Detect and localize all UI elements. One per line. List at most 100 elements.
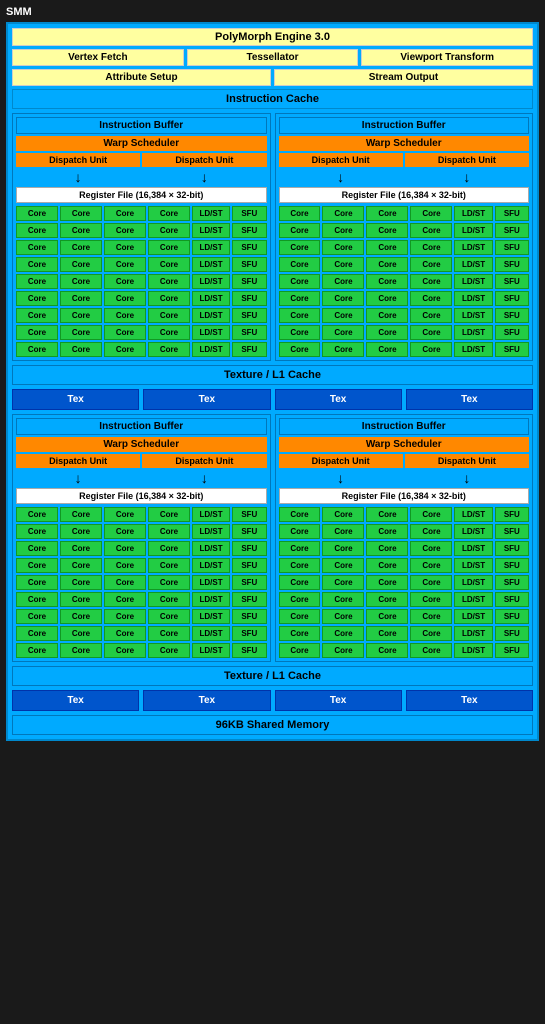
- core-cell: Core: [410, 308, 452, 323]
- ws-2: Warp Scheduler: [279, 136, 530, 151]
- core-cell: Core: [410, 592, 452, 607]
- core-cell: Core: [410, 325, 452, 340]
- core-cell: Core: [322, 541, 364, 556]
- core-cell: Core: [366, 325, 408, 340]
- core-row: Core Core Core Core LD/ST SFU: [279, 240, 530, 255]
- sfu-cell: SFU: [495, 507, 529, 522]
- core-cell: Core: [410, 626, 452, 641]
- polymorph-row1: Vertex Fetch Tessellator Viewport Transf…: [12, 49, 533, 66]
- ldst-cell: LD/ST: [454, 223, 492, 238]
- ldst-cell: LD/ST: [454, 342, 492, 357]
- sfu-cell: SFU: [232, 325, 266, 340]
- ldst-cell: LD/ST: [192, 223, 230, 238]
- tex-cell-6: Tex: [143, 690, 270, 711]
- ldst-cell: LD/ST: [192, 240, 230, 255]
- core-cell: Core: [279, 274, 321, 289]
- core-row: Core Core Core Core LD/ST SFU: [279, 274, 530, 289]
- core-cell: Core: [279, 206, 321, 221]
- sfu-cell: SFU: [232, 308, 266, 323]
- core-cell: Core: [279, 558, 321, 573]
- core-cell: Core: [148, 308, 190, 323]
- core-cell: Core: [366, 541, 408, 556]
- core-cell: Core: [104, 507, 146, 522]
- core-cell: Core: [148, 524, 190, 539]
- core-row: Core Core Core Core LD/ST SFU: [16, 206, 267, 221]
- core-row: Core Core Core Core LD/ST SFU: [279, 342, 530, 357]
- sm-block-3: Instruction Buffer Warp Scheduler Dispat…: [12, 414, 271, 662]
- core-cell: Core: [16, 325, 58, 340]
- sfu-cell: SFU: [232, 575, 266, 590]
- core-cell: Core: [16, 223, 58, 238]
- core-cell: Core: [366, 524, 408, 539]
- ldst-cell: LD/ST: [454, 291, 492, 306]
- arrow-2b: ↓: [405, 169, 529, 185]
- core-cell: Core: [104, 592, 146, 607]
- sfu-cell: SFU: [232, 274, 266, 289]
- ib-3: Instruction Buffer: [16, 418, 267, 435]
- sfu-cell: SFU: [495, 240, 529, 255]
- core-cell: Core: [279, 609, 321, 624]
- core-cell: Core: [322, 274, 364, 289]
- core-cell: Core: [60, 541, 102, 556]
- ldst-cell: LD/ST: [454, 507, 492, 522]
- core-cell: Core: [322, 257, 364, 272]
- ldst-cell: LD/ST: [454, 524, 492, 539]
- ldst-cell: LD/ST: [192, 325, 230, 340]
- core-cell: Core: [104, 643, 146, 658]
- core-cell: Core: [16, 507, 58, 522]
- ldst-cell: LD/ST: [454, 274, 492, 289]
- core-cell: Core: [104, 541, 146, 556]
- core-cell: Core: [60, 325, 102, 340]
- dispatch-unit-3b: Dispatch Unit: [142, 454, 266, 468]
- sfu-cell: SFU: [232, 524, 266, 539]
- core-cell: Core: [16, 274, 58, 289]
- sfu-cell: SFU: [495, 575, 529, 590]
- sfu-cell: SFU: [232, 643, 266, 658]
- core-row: Core Core Core Core LD/ST SFU: [279, 291, 530, 306]
- ldst-cell: LD/ST: [192, 575, 230, 590]
- core-cell: Core: [60, 274, 102, 289]
- core-cell: Core: [60, 592, 102, 607]
- core-cell: Core: [410, 524, 452, 539]
- core-cell: Core: [322, 507, 364, 522]
- core-cell: Core: [104, 223, 146, 238]
- sfu-cell: SFU: [232, 223, 266, 238]
- ldst-cell: LD/ST: [192, 609, 230, 624]
- core-cell: Core: [16, 524, 58, 539]
- core-cell: Core: [16, 643, 58, 658]
- ldst-cell: LD/ST: [454, 206, 492, 221]
- dispatch-row-1: Dispatch Unit Dispatch Unit: [16, 153, 267, 167]
- sfu-cell: SFU: [495, 257, 529, 272]
- core-cell: Core: [104, 325, 146, 340]
- polymorph-row2: Attribute Setup Stream Output: [12, 69, 533, 86]
- ldst-cell: LD/ST: [454, 240, 492, 255]
- ldst-cell: LD/ST: [454, 257, 492, 272]
- core-cell: Core: [16, 558, 58, 573]
- core-cell: Core: [322, 342, 364, 357]
- tex-row-bottom: Tex Tex Tex Tex: [12, 690, 533, 711]
- core-cell: Core: [322, 206, 364, 221]
- sfu-cell: SFU: [232, 558, 266, 573]
- ldst-cell: LD/ST: [192, 541, 230, 556]
- core-row: Core Core Core Core LD/ST SFU: [16, 342, 267, 357]
- cores-grid-3: Core Core Core Core LD/ST SFU Core Core …: [16, 507, 267, 658]
- core-cell: Core: [366, 342, 408, 357]
- core-cell: Core: [322, 308, 364, 323]
- register-file-2: Register File (16,384 × 32-bit): [279, 187, 530, 203]
- sm-block-1: Instruction Buffer Warp Scheduler Dispat…: [12, 113, 271, 361]
- core-cell: Core: [16, 592, 58, 607]
- core-cell: Core: [104, 575, 146, 590]
- core-row: Core Core Core Core LD/ST SFU: [279, 626, 530, 641]
- ldst-cell: LD/ST: [454, 308, 492, 323]
- core-cell: Core: [410, 274, 452, 289]
- core-cell: Core: [16, 575, 58, 590]
- tex-cell-2: Tex: [143, 389, 270, 410]
- core-cell: Core: [322, 575, 364, 590]
- ldst-cell: LD/ST: [454, 609, 492, 624]
- core-cell: Core: [322, 643, 364, 658]
- tex-cell-3: Tex: [275, 389, 402, 410]
- core-cell: Core: [279, 325, 321, 340]
- core-row: Core Core Core Core LD/ST SFU: [16, 626, 267, 641]
- arrow-1a: ↓: [16, 169, 140, 185]
- arrow-row-2: ↓ ↓: [279, 169, 530, 185]
